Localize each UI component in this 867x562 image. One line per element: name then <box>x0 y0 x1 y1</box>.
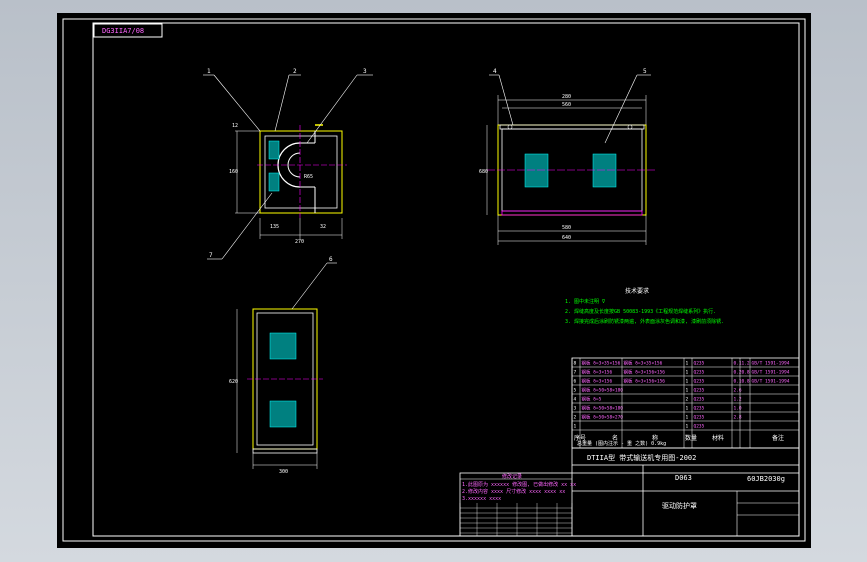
parts-cell: Q235 <box>694 415 705 421</box>
rev-row-1: 1.此图原为 xxxxxx 修改图, 已做出修改 xx xx <box>462 481 576 488</box>
part-name: 驱动防护罩 <box>662 501 697 510</box>
parts-cell: 7 <box>574 370 577 376</box>
parts-cell: 钢板 δ=3×156 <box>582 378 613 385</box>
note-2: 2. 焊缝高度及长度按GB 50083-1993《工程规范焊缝系列》执行. <box>565 308 716 315</box>
dim-280: 280 <box>562 94 571 100</box>
part-code: 60JB2030g <box>747 475 785 483</box>
title-main: DTIIA型 带式输送机专用图-2002 <box>587 453 696 462</box>
parts-cell: 钢板 δ=50×58×180 <box>582 405 624 412</box>
parts-cell: GB/T 1591-1994 <box>752 370 790 376</box>
callout-2: 2 <box>293 68 297 75</box>
callout-1: 1 <box>207 68 211 75</box>
drawing-svg: DG3IIA7/08 1 2 3 7 12 R65 160 135 270 32… <box>62 18 806 542</box>
parts-cell: 1.0 <box>734 406 742 412</box>
parts-cell: 8 <box>574 361 577 367</box>
tag-label: DG3IIA7/08 <box>102 27 144 35</box>
parts-cell: 钢板 δ=3×35×156 <box>582 360 621 367</box>
scale-row: 总重量 (图内注示 - 重 之数) 0.9kg <box>577 440 666 447</box>
revision-grid <box>459 503 573 536</box>
callout-4: 4 <box>493 68 497 75</box>
parts-cell: Q235 <box>694 379 705 385</box>
parts-cell: 6 <box>574 379 577 385</box>
parts-list: 8 钢板 δ=3×35×156 钢板 δ=3×35×156 1 Q235 0.1 1.2 GB… <box>571 357 800 449</box>
view-top: 4 5 280 560 580 640 680 <box>479 68 655 245</box>
parts-cell: 5 <box>574 388 577 394</box>
parts-cell: 4 <box>574 397 577 403</box>
parts-cell: Q235 <box>694 406 705 412</box>
parts-cell: 1 <box>686 370 689 376</box>
top-hatch-right <box>592 153 617 188</box>
dim-640: 640 <box>562 235 571 241</box>
parts-cell: 1 <box>686 424 689 430</box>
parts-header-cell: 材料 <box>712 434 724 442</box>
callout-7: 7 <box>209 252 213 259</box>
parts-cell: 钢板 δ=3×156×156 <box>624 369 666 376</box>
parts-cell: GB/T 1591-1994 <box>752 361 790 367</box>
drawing-canvas[interactable]: DG3IIA7/08 1 2 3 7 12 R65 160 135 270 32… <box>57 13 811 548</box>
dim-32: 32 <box>320 224 326 230</box>
cad-viewer-window: DG3IIA7/08 1 2 3 7 12 R65 160 135 270 32… <box>0 0 867 562</box>
parts-cell: 2 <box>686 397 689 403</box>
dim-135: 135 <box>270 224 279 230</box>
parts-cell: 0.8 <box>742 370 750 376</box>
view-side: 6 300 620 <box>229 256 337 475</box>
parts-cell: 1 <box>686 388 689 394</box>
parts-cell: 0.8 <box>742 379 750 385</box>
side-hatch-bottom <box>269 400 297 428</box>
front-hatch-bottom <box>268 172 280 192</box>
parts-cell: 钢板 δ=3×156 <box>582 369 613 376</box>
side-hatch-top <box>269 332 297 360</box>
parts-cell: 2 <box>574 415 577 421</box>
parts-cell: 钢板 δ=3×156×156 <box>624 378 666 385</box>
parts-cell: 1 <box>574 424 577 430</box>
technical-notes: 技术要求 1. 图中未注明 ∇ 2. 焊缝高度及长度按GB 50083-1993… <box>565 287 724 325</box>
parts-cell: 1 <box>686 406 689 412</box>
dim-620: 620 <box>229 379 238 385</box>
dim-12: 12 <box>232 123 238 129</box>
parts-cell: 1 <box>686 379 689 385</box>
parts-header-cell: 数量 <box>685 434 697 442</box>
dim-680: 680 <box>479 169 488 175</box>
parts-cell: Q235 <box>694 424 705 430</box>
parts-cell: 钢板 δ=5 <box>582 396 602 403</box>
callout-5: 5 <box>643 68 647 75</box>
outer-frame <box>62 18 806 542</box>
parts-cell: 钢板 δ=3×35×156 <box>624 360 663 367</box>
parts-header-cell: 备注 <box>772 434 784 442</box>
callout-3: 3 <box>363 68 367 75</box>
title-block: DTIIA型 带式输送机专用图-2002 D063 60JB2030g 驱动防护… <box>459 440 800 537</box>
parts-cell: GB/T 1591-1994 <box>752 379 790 385</box>
parts-cell: Q235 <box>694 370 705 376</box>
rev-row-2: 2.修改内容 xxxx 尺寸修改 xxxx xxxx xx <box>462 488 565 495</box>
view-front: 1 2 3 7 12 R65 160 135 270 32 <box>203 68 373 260</box>
note-3: 3. 焊接完成后涂刷防锈漆两遍, 外表面涂灰色调和漆, 漆刷前须除锈. <box>565 318 724 325</box>
parts-cell: 2.8 <box>734 415 742 421</box>
front-hatch-top <box>268 140 280 160</box>
note-1: 1. 图中未注明 ∇ <box>565 298 606 305</box>
callout-6: 6 <box>329 256 333 263</box>
rev-row-3: 3.xxxxxx xxxx <box>462 496 501 502</box>
parts-cell: 3 <box>574 406 577 412</box>
notes-title: 技术要求 <box>625 287 649 295</box>
rev-block-title: 修改记录 <box>502 473 522 480</box>
dim-160: 160 <box>229 169 238 175</box>
parts-cell: 1.2 <box>734 397 742 403</box>
dim-300: 300 <box>279 469 288 475</box>
parts-cell: 1 <box>686 415 689 421</box>
parts-cell: 1 <box>686 361 689 367</box>
parts-cell: Q235 <box>694 397 705 403</box>
parts-cell: 1.2 <box>742 361 750 367</box>
parts-cell: Q235 <box>694 361 705 367</box>
parts-cell: 2.6 <box>734 388 742 394</box>
dim-580: 580 <box>562 225 571 231</box>
dim-560: 560 <box>562 102 571 108</box>
parts-cell: 钢板 δ=50×58×180 <box>582 387 624 394</box>
drawing-number: D063 <box>675 474 692 482</box>
top-hatch-left <box>524 153 549 188</box>
dim-r65: R65 <box>304 174 313 180</box>
parts-cell: 钢板 δ=50×58×270 <box>582 414 624 421</box>
dim-270: 270 <box>295 239 304 245</box>
parts-cell: Q235 <box>694 388 705 394</box>
